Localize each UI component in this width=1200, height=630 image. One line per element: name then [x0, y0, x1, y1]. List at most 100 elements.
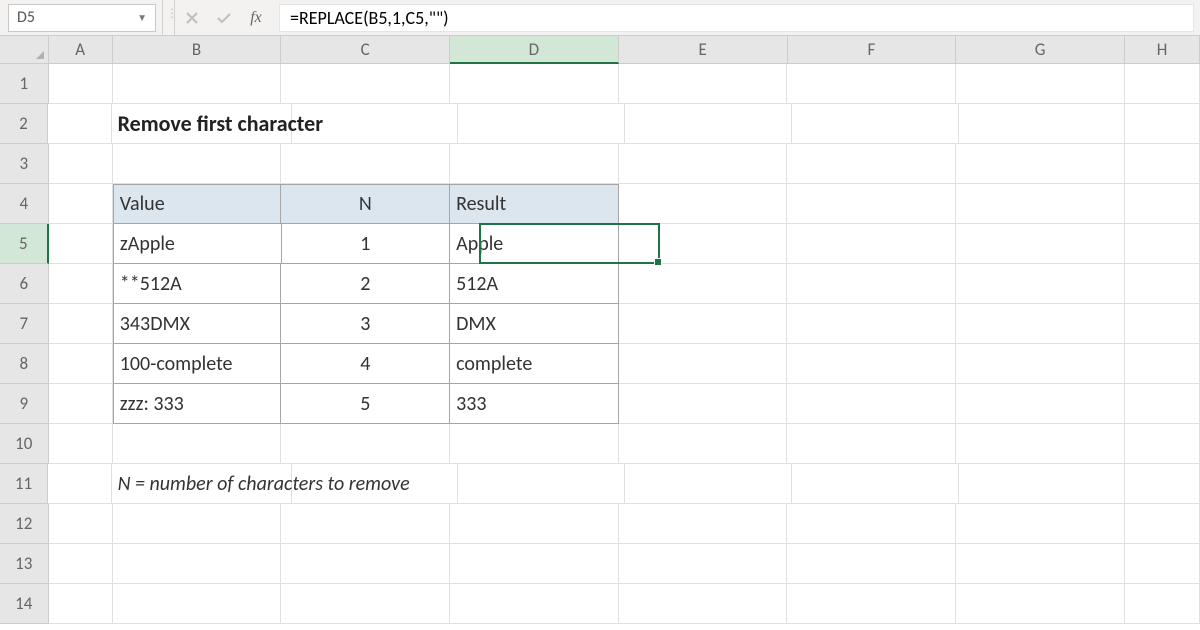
- cell-E14[interactable]: [619, 584, 788, 624]
- cell-B10[interactable]: [113, 424, 282, 464]
- cell-E11[interactable]: [625, 464, 792, 504]
- cell-G11[interactable]: [959, 464, 1126, 504]
- cell-A5[interactable]: [49, 224, 113, 264]
- cell-H4[interactable]: [1125, 184, 1200, 224]
- cell-F1[interactable]: [787, 64, 956, 104]
- cell-D8[interactable]: complete: [450, 344, 619, 384]
- cell-F10[interactable]: [787, 424, 956, 464]
- cell-D9[interactable]: 333: [450, 384, 619, 424]
- cell-F4[interactable]: [787, 184, 956, 224]
- cell-F7[interactable]: [787, 304, 956, 344]
- cell-A9[interactable]: [49, 384, 113, 424]
- cell-G1[interactable]: [956, 64, 1125, 104]
- cell-F3[interactable]: [787, 144, 956, 184]
- cell-B5[interactable]: zApple: [113, 224, 282, 264]
- cell-B6[interactable]: **512A: [113, 264, 282, 304]
- cell-H3[interactable]: [1125, 144, 1200, 184]
- cell-F9[interactable]: [787, 384, 956, 424]
- cell-H12[interactable]: [1125, 504, 1200, 544]
- row-head-8[interactable]: 8: [0, 344, 49, 384]
- cell-A13[interactable]: [49, 544, 113, 584]
- cell-E7[interactable]: [619, 304, 788, 344]
- cell-G7[interactable]: [956, 304, 1125, 344]
- cell-C5[interactable]: 1: [282, 224, 451, 264]
- cell-E4[interactable]: [619, 184, 788, 224]
- cell-H5[interactable]: [1125, 224, 1200, 264]
- cell-A11[interactable]: [48, 464, 112, 504]
- cell-F14[interactable]: [787, 584, 956, 624]
- cell-A10[interactable]: [49, 424, 113, 464]
- row-head-6[interactable]: 6: [0, 264, 49, 304]
- row-head-1[interactable]: 1: [0, 64, 49, 104]
- row-head-9[interactable]: 9: [0, 384, 49, 424]
- cell-D6[interactable]: 512A: [450, 264, 619, 304]
- cell-C3[interactable]: [281, 144, 450, 184]
- cell-F2[interactable]: [792, 104, 959, 144]
- cell-G3[interactable]: [956, 144, 1125, 184]
- cell-D11[interactable]: [458, 464, 625, 504]
- cancel-icon[interactable]: [183, 9, 201, 27]
- cell-B4[interactable]: Value: [113, 184, 282, 224]
- row-head-5[interactable]: 5: [0, 224, 49, 264]
- cell-A2[interactable]: [48, 104, 112, 144]
- cell-B12[interactable]: [113, 504, 282, 544]
- cell-G14[interactable]: [956, 584, 1125, 624]
- cell-C12[interactable]: [281, 504, 450, 544]
- cell-B3[interactable]: [113, 144, 282, 184]
- row-head-10[interactable]: 10: [0, 424, 49, 464]
- row-head-11[interactable]: 11: [0, 464, 48, 504]
- cell-G10[interactable]: [956, 424, 1125, 464]
- dropdown-icon[interactable]: ▼: [137, 11, 147, 24]
- cell-C4[interactable]: N: [281, 184, 450, 224]
- cell-F12[interactable]: [787, 504, 956, 544]
- insert-function-icon[interactable]: fx: [247, 9, 265, 27]
- cell-H7[interactable]: [1125, 304, 1200, 344]
- cell-E5[interactable]: [619, 224, 788, 264]
- cell-F13[interactable]: [787, 544, 956, 584]
- cell-B11[interactable]: N = number of characters to remove: [112, 464, 292, 504]
- cell-B9[interactable]: zzz: 333: [113, 384, 282, 424]
- cell-G9[interactable]: [956, 384, 1125, 424]
- cell-A4[interactable]: [49, 184, 113, 224]
- cell-E6[interactable]: [619, 264, 788, 304]
- cell-B8[interactable]: 100-complete: [113, 344, 282, 384]
- cell-G5[interactable]: [956, 224, 1125, 264]
- cell-A7[interactable]: [49, 304, 113, 344]
- cell-B13[interactable]: [113, 544, 282, 584]
- cell-H10[interactable]: [1125, 424, 1200, 464]
- cell-E10[interactable]: [619, 424, 788, 464]
- cell-E1[interactable]: [619, 64, 788, 104]
- cell-D1[interactable]: [450, 64, 619, 104]
- cell-C1[interactable]: [281, 64, 450, 104]
- col-head-D[interactable]: D: [450, 36, 619, 64]
- cell-C7[interactable]: 3: [281, 304, 450, 344]
- row-head-14[interactable]: 14: [0, 584, 49, 624]
- cell-H9[interactable]: [1125, 384, 1200, 424]
- cell-H14[interactable]: [1125, 584, 1200, 624]
- cell-C13[interactable]: [281, 544, 450, 584]
- cell-G2[interactable]: [959, 104, 1126, 144]
- row-head-7[interactable]: 7: [0, 304, 49, 344]
- cell-E2[interactable]: [625, 104, 792, 144]
- cell-H2[interactable]: [1125, 104, 1200, 144]
- cell-A12[interactable]: [49, 504, 113, 544]
- cell-G13[interactable]: [956, 544, 1125, 584]
- cell-A14[interactable]: [49, 584, 113, 624]
- cell-G12[interactable]: [956, 504, 1125, 544]
- cell-H6[interactable]: [1125, 264, 1200, 304]
- col-head-C[interactable]: C: [281, 36, 450, 64]
- row-head-3[interactable]: 3: [0, 144, 49, 184]
- row-head-12[interactable]: 12: [0, 504, 49, 544]
- col-head-B[interactable]: B: [113, 36, 282, 64]
- cell-D14[interactable]: [450, 584, 619, 624]
- cell-D7[interactable]: DMX: [450, 304, 619, 344]
- col-head-E[interactable]: E: [619, 36, 788, 64]
- cell-A1[interactable]: [49, 64, 113, 104]
- cell-E9[interactable]: [619, 384, 788, 424]
- cell-C8[interactable]: 4: [281, 344, 450, 384]
- cell-D5[interactable]: Apple: [450, 224, 619, 264]
- cell-F11[interactable]: [792, 464, 959, 504]
- cell-B2[interactable]: Remove first character: [112, 104, 292, 144]
- cell-D13[interactable]: [450, 544, 619, 584]
- cell-D4[interactable]: Result: [450, 184, 619, 224]
